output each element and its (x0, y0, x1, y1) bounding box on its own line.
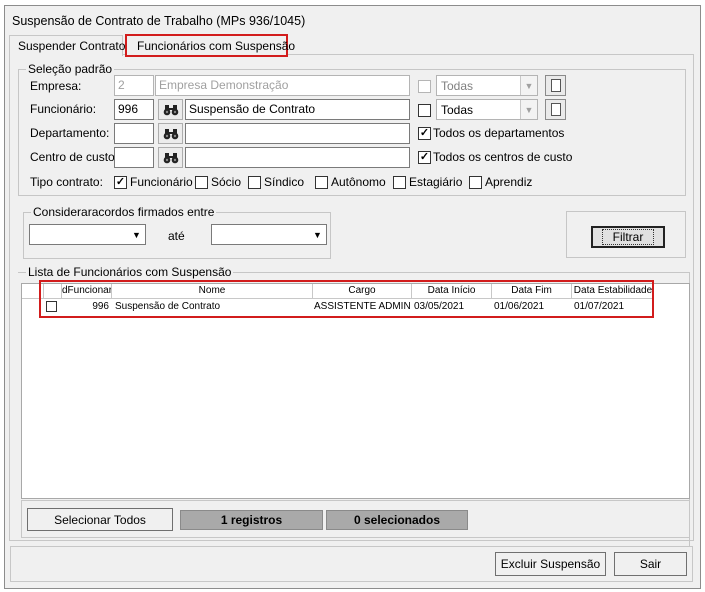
ate-label: até (168, 229, 185, 243)
funcionario-all-checkbox[interactable] (418, 104, 431, 117)
departamento-all-checkbox[interactable]: ✓ (418, 127, 431, 140)
tipo-socio-label: Sócio (211, 175, 242, 189)
selecao-padrao-legend: Seleção padrão (26, 62, 115, 76)
chevron-down-icon: ▼ (520, 100, 537, 119)
registros-count: 1 registros (180, 510, 323, 530)
departamento-code-field[interactable] (114, 123, 154, 144)
centro-custo-label: Centro de custo: (30, 150, 119, 164)
centro-custo-all-label: Todos os centros de custo (433, 150, 573, 164)
filtrar-label: Filtrar (601, 229, 655, 245)
funcionario-doc-button[interactable] (545, 99, 566, 120)
selecionados-count: 0 selecionados (326, 510, 468, 530)
date-to-combo[interactable]: ▼ (211, 224, 327, 245)
tab-suspender-contrato[interactable]: Suspender Contrato (9, 35, 125, 56)
binoculars-icon (163, 128, 178, 139)
empresa-all-checkbox[interactable] (418, 80, 431, 93)
document-icon (551, 79, 561, 92)
funcionario-combo-value: Todas (441, 103, 474, 117)
binoculars-icon (163, 104, 178, 115)
tipo-funcionario-checkbox[interactable]: ✓ (114, 176, 127, 189)
tipo-funcionario-label: Funcionário (130, 175, 193, 189)
empresa-combo[interactable]: Todas ▼ (436, 75, 538, 96)
date-from-combo[interactable]: ▼ (29, 224, 146, 245)
tipo-sindico-checkbox[interactable] (248, 176, 261, 189)
departamento-label: Departamento: (30, 126, 110, 140)
chevron-down-icon: ▼ (309, 225, 326, 244)
tab-funcionarios-com-suspensao[interactable]: Funcionários com Suspensão (125, 34, 295, 57)
chevron-down-icon: ▼ (128, 225, 145, 244)
empresa-combo-value: Todas (441, 79, 474, 93)
funcionario-code-field[interactable]: 996 (114, 99, 154, 120)
tipo-contrato-label: Tipo contrato: (30, 175, 103, 189)
empresa-doc-button[interactable] (545, 75, 566, 96)
tipo-aprendiz-label: Aprendiz (485, 175, 533, 189)
centro-custo-all-checkbox[interactable]: ✓ (418, 151, 431, 164)
selecionar-todos-button[interactable]: Selecionar Todos (27, 508, 173, 531)
departamento-search-button[interactable] (158, 123, 183, 144)
sair-button[interactable]: Sair (614, 552, 687, 576)
funcionario-combo[interactable]: Todas ▼ (436, 99, 538, 120)
centro-custo-search-button[interactable] (158, 147, 183, 168)
excluir-suspensao-button[interactable]: Excluir Suspensão (495, 552, 606, 576)
departamento-name-field[interactable] (185, 123, 410, 144)
tipo-socio-checkbox[interactable] (195, 176, 208, 189)
tipo-autonomo-label: Autônomo (331, 175, 386, 189)
funcionario-search-button[interactable] (158, 99, 183, 120)
tipo-aprendiz-checkbox[interactable] (469, 176, 482, 189)
centro-custo-code-field[interactable] (114, 147, 154, 168)
chevron-down-icon: ▼ (520, 76, 537, 95)
empresa-code-field[interactable]: 2 (114, 75, 154, 96)
lista-legend: Lista de Funcionários com Suspensão (26, 265, 234, 279)
empresa-label: Empresa: (30, 79, 82, 93)
empresa-name-field: Empresa Demonstração (155, 75, 410, 96)
funcionario-name-field[interactable]: Suspensão de Contrato (185, 99, 410, 120)
departamento-all-label: Todos os departamentos (433, 126, 565, 140)
document-icon (551, 103, 561, 116)
window-title: Suspensão de Contrato de Trabalho (MPs 9… (12, 14, 306, 28)
binoculars-icon (163, 152, 178, 163)
acordos-legend: Consideraracordos firmados entre (31, 205, 217, 219)
tipo-estagiario-label: Estagiário (409, 175, 463, 189)
tipo-autonomo-checkbox[interactable] (315, 176, 328, 189)
funcionario-label: Funcionário: (30, 102, 97, 116)
highlight-grid-box (39, 280, 654, 318)
tipo-sindico-label: Síndico (264, 175, 305, 189)
centro-custo-name-field[interactable] (185, 147, 410, 168)
tipo-estagiario-checkbox[interactable] (393, 176, 406, 189)
filtrar-button[interactable]: Filtrar (591, 226, 665, 248)
